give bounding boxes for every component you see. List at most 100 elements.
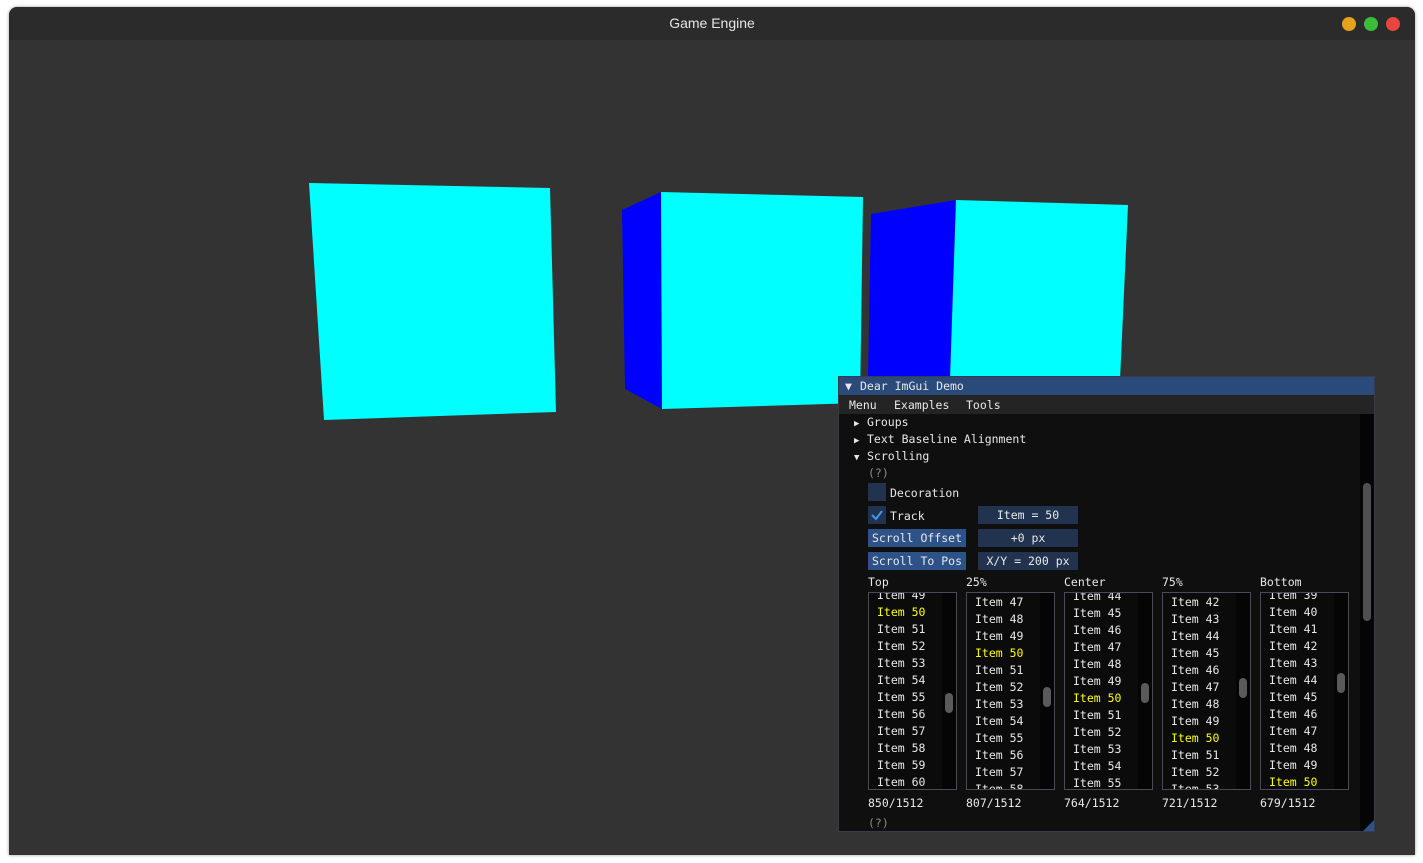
- tree-node-scrolling[interactable]: Scrolling: [867, 449, 929, 463]
- list-item: Item 48: [1171, 697, 1220, 711]
- tree-collapsed-arrow-icon[interactable]: ▶: [854, 436, 859, 446]
- imgui-title-bar[interactable]: ▼ Dear ImGui Demo: [839, 377, 1374, 395]
- list-scrollbar[interactable]: [1138, 593, 1152, 789]
- list-item: Item 50: [877, 605, 926, 619]
- list-item: Item 54: [1073, 759, 1122, 773]
- list-item: Item 52: [1171, 765, 1220, 779]
- list-item: Item 59: [877, 758, 926, 772]
- list-item: Item 45: [1073, 606, 1122, 620]
- list-item: Item 51: [1171, 748, 1220, 762]
- list-item: Item 42: [1171, 595, 1220, 609]
- list-item: Item 43: [1269, 656, 1318, 670]
- list-item: Item 58: [975, 782, 1024, 790]
- cube-3-front-face: [950, 200, 1128, 380]
- list-item: Item 52: [1073, 725, 1122, 739]
- resize-grip-icon[interactable]: [1363, 820, 1374, 831]
- list-item: Item 55: [975, 731, 1024, 745]
- list-item: Item 47: [975, 595, 1024, 609]
- maximize-button[interactable]: [1364, 17, 1378, 31]
- help-marker[interactable]: (?): [868, 466, 889, 480]
- list-item: Item 50: [975, 646, 1024, 660]
- list-item: Item 51: [1073, 708, 1122, 722]
- imgui-menu-bar: Menu Examples Tools: [839, 395, 1374, 414]
- list-scrollbar-thumb[interactable]: [1141, 683, 1149, 703]
- list-item: Item 45: [1269, 690, 1318, 704]
- list-item: Item 44: [1073, 592, 1122, 603]
- cube-2-front-face: [661, 192, 863, 409]
- scroll-list-box[interactable]: Item 49 Item 50 Item 51 Item 52 Item 53 Item …: [868, 592, 957, 790]
- title-bar[interactable]: Game Engine: [9, 7, 1415, 40]
- scroll-list-box[interactable]: Item 44 Item 45 Item 46 Item 47 Item 48 Item …: [1064, 592, 1153, 790]
- scroll-column-header: Bottom: [1260, 575, 1302, 589]
- tree-node-text-baseline[interactable]: Text Baseline Alignment: [867, 432, 1026, 446]
- list-item: Item 57: [975, 765, 1024, 779]
- list-item: Item 50: [1171, 731, 1220, 745]
- scroll-list-box[interactable]: Item 39 Item 40 Item 41 Item 42 Item 43 Item …: [1260, 592, 1349, 790]
- tree-collapsed-arrow-icon[interactable]: ▶: [854, 419, 859, 429]
- list-scrollbar-thumb[interactable]: [1337, 673, 1345, 693]
- imgui-vertical-scrollbar[interactable]: [1360, 414, 1374, 831]
- scroll-column-footer: 679/1512: [1260, 796, 1316, 810]
- list-item: Item 57: [877, 724, 926, 738]
- list-scrollbar-thumb[interactable]: [945, 693, 953, 713]
- list-item: Item 53: [1171, 782, 1220, 790]
- list-scrollbar-thumb[interactable]: [1239, 678, 1247, 698]
- list-item: Item 42: [1269, 639, 1318, 653]
- list-item: Item 50: [1269, 775, 1318, 789]
- list-scrollbar[interactable]: [942, 593, 956, 789]
- imgui-demo-window[interactable]: ▼ Dear ImGui Demo Menu Examples Tools ▶ …: [838, 376, 1375, 832]
- list-item: Item 47: [1171, 680, 1220, 694]
- list-item: Item 47: [1073, 640, 1122, 654]
- list-item: Item 48: [1073, 657, 1122, 671]
- scroll-list-box[interactable]: Item 47 Item 48 Item 49 Item 50 Item 51 Item …: [966, 592, 1055, 790]
- list-scrollbar-thumb[interactable]: [1043, 687, 1051, 707]
- list-item: Item 49: [975, 629, 1024, 643]
- scrollbar-thumb[interactable]: [1363, 483, 1371, 621]
- tree-expanded-arrow-icon[interactable]: ▼: [854, 453, 859, 463]
- list-scrollbar[interactable]: [1334, 593, 1348, 789]
- minimize-button[interactable]: [1342, 17, 1356, 31]
- list-item: Item 44: [1269, 673, 1318, 687]
- cube-3-side-face: [868, 200, 956, 380]
- list-item: Item 46: [1073, 623, 1122, 637]
- list-item: Item 46: [1171, 663, 1220, 677]
- track-item-input[interactable]: Item = 50: [978, 506, 1078, 524]
- scroll-column-header: Top: [868, 575, 889, 589]
- track-checkbox[interactable]: [868, 506, 886, 524]
- list-item: Item 48: [975, 612, 1024, 626]
- help-marker-footer[interactable]: (?): [868, 816, 889, 830]
- list-item: Item 56: [975, 748, 1024, 762]
- decoration-checkbox[interactable]: [868, 483, 886, 501]
- menu-item-menu[interactable]: Menu: [849, 398, 877, 412]
- scroll-to-pos-input[interactable]: X/Y = 200 px: [978, 552, 1078, 570]
- scroll-offset-button[interactable]: Scroll Offset: [868, 529, 966, 547]
- list-item: Item 54: [975, 714, 1024, 728]
- cube-1-front-face: [309, 183, 556, 420]
- list-item: Item 53: [877, 656, 926, 670]
- list-item: Item 48: [1269, 741, 1318, 755]
- scroll-column-footer: 807/1512: [966, 796, 1022, 810]
- list-scrollbar[interactable]: [1040, 593, 1054, 789]
- list-scrollbar[interactable]: [1236, 593, 1250, 789]
- list-item: Item 39: [1269, 592, 1318, 602]
- list-item: Item 52: [877, 639, 926, 653]
- imgui-window-title: Dear ImGui Demo: [860, 379, 964, 393]
- tree-node-groups[interactable]: Groups: [867, 415, 909, 429]
- scroll-list-box[interactable]: Item 42 Item 43 Item 44 Item 45 Item 46 Item …: [1162, 592, 1251, 790]
- list-item: Item 55: [1073, 776, 1122, 790]
- scroll-offset-input[interactable]: +0 px: [978, 529, 1078, 547]
- list-item: Item 54: [877, 673, 926, 687]
- scroll-column-footer: 721/1512: [1162, 796, 1218, 810]
- list-item: Item 49: [1073, 674, 1122, 688]
- decoration-label: Decoration: [890, 486, 960, 500]
- menu-item-examples[interactable]: Examples: [894, 398, 949, 412]
- list-item: Item 41: [1269, 622, 1318, 636]
- list-item: Item 50: [1073, 691, 1122, 705]
- list-item: Item 56: [877, 707, 926, 721]
- collapse-arrow-icon[interactable]: ▼: [845, 379, 852, 393]
- close-button[interactable]: [1386, 17, 1400, 31]
- scroll-to-pos-button[interactable]: Scroll To Pos: [868, 552, 966, 570]
- checkmark-icon: [871, 510, 883, 521]
- list-item: Item 46: [1269, 707, 1318, 721]
- menu-item-tools[interactable]: Tools: [966, 398, 1001, 412]
